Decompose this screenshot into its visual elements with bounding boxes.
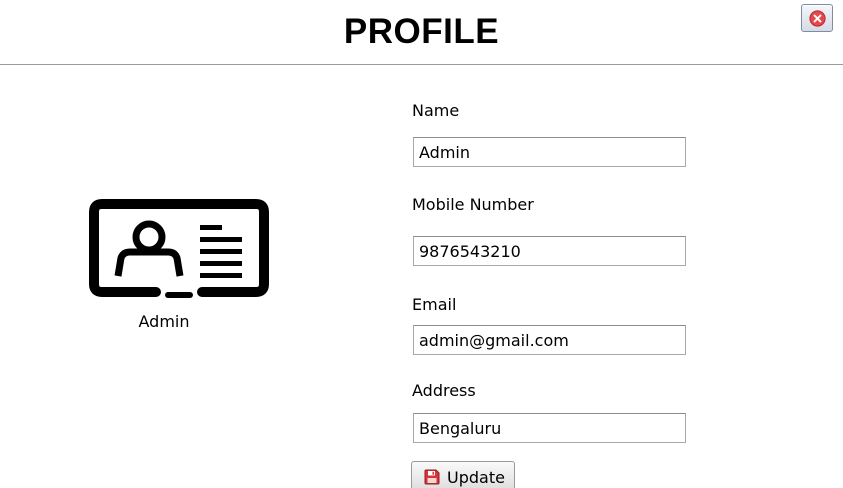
id-card-icon [89,199,269,298]
page-title: PROFILE [343,12,500,51]
address-field[interactable] [413,413,686,443]
profile-caption: Admin [138,312,190,331]
floppy-disk-icon [424,469,440,485]
name-label: Name [412,101,460,120]
mobile-number-field[interactable] [413,236,686,266]
update-button-label: Update [447,468,505,487]
close-icon [809,10,826,27]
mobile-number-label: Mobile Number [412,195,534,214]
update-button[interactable]: Update [411,461,515,488]
profile-window: PROFILE Admin Name Mobile Number Email A… [0,0,843,488]
close-button[interactable] [801,4,833,32]
name-field[interactable] [413,137,686,167]
email-field[interactable] [413,325,686,355]
address-label: Address [412,381,476,400]
email-label: Email [412,295,457,314]
header-divider [0,64,843,65]
